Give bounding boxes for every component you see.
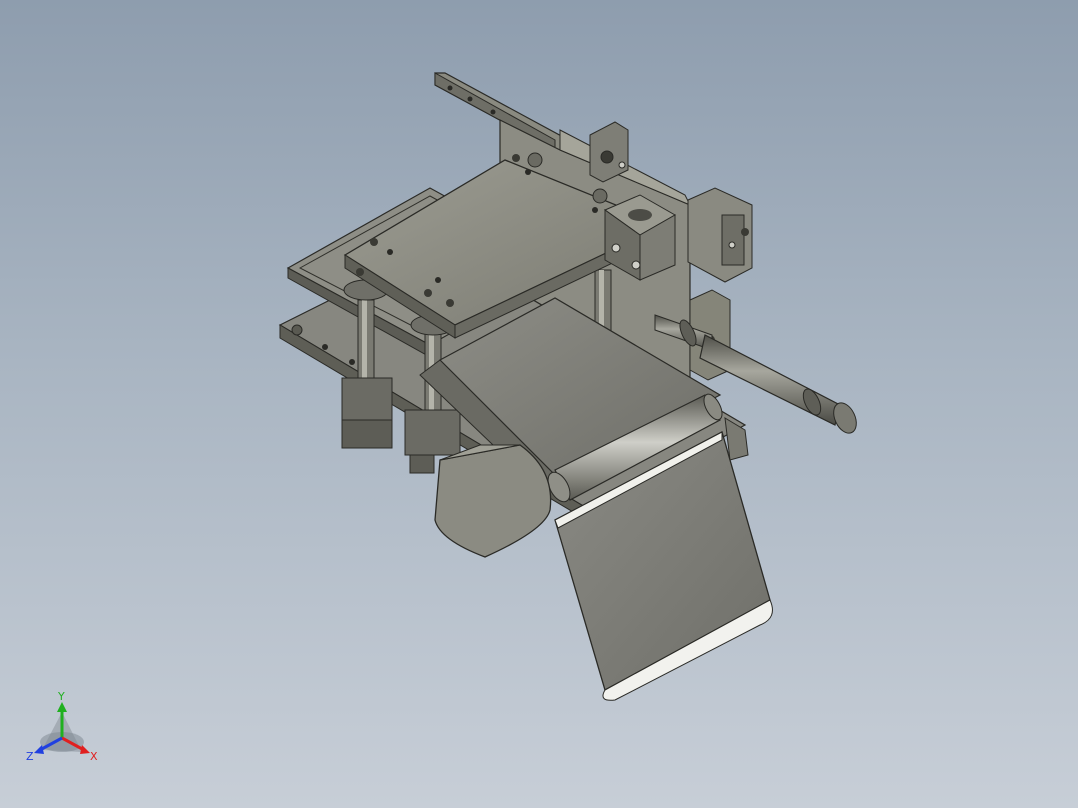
side-cover[interactable] [434, 444, 552, 558]
coordinate-triad: Y X Z [26, 690, 98, 763]
y-axis-label: Y [57, 690, 65, 703]
cad-viewport[interactable]: Y X Z [0, 0, 1078, 808]
cad-model[interactable] [0, 0, 1078, 808]
x-axis-label: X [90, 750, 98, 763]
y-axis-arrow [57, 702, 67, 712]
z-axis-label: Z [26, 750, 34, 763]
